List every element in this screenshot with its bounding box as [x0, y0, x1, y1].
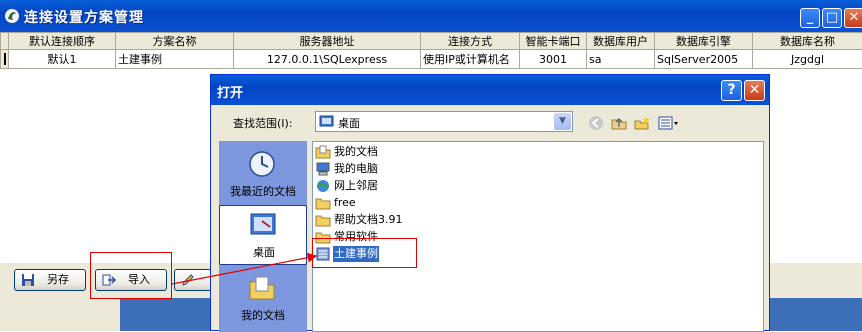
pencil-icon [181, 273, 195, 287]
table-cell[interactable]: 127.0.0.1\SQLexpress [234, 50, 421, 69]
file-name: 帮助文档3.91 [333, 212, 404, 228]
open-file-dialog: 打开 ? ✕ 查找范围(I): 桌面 ▼ 我最近的文档 桌面 [210, 74, 770, 331]
table-cell[interactable]: 默认1 [9, 50, 116, 69]
file-name: 我的文档 [333, 144, 379, 160]
column-header[interactable]: 服务器地址 [234, 33, 421, 50]
computer-icon [315, 162, 331, 176]
folder-icon [315, 196, 331, 210]
table-cell[interactable]: 使用IP或计算机名 [421, 50, 520, 69]
close-button[interactable]: ✕ [844, 8, 862, 28]
save-as-label: 另存 [47, 270, 69, 290]
file-highlight-box [312, 238, 417, 268]
up-folder-icon[interactable] [610, 114, 628, 132]
minimize-button[interactable]: _ [800, 8, 820, 28]
import-highlight-box [90, 252, 172, 299]
new-folder-icon[interactable] [633, 114, 651, 132]
dialog-title: 打开 [217, 82, 243, 101]
column-header[interactable]: 数据库引擎 [655, 33, 753, 50]
place-desktop[interactable]: 桌面 [219, 205, 307, 265]
row-indicator[interactable] [1, 50, 9, 69]
place-recent-documents[interactable]: 我最近的文档 [219, 145, 307, 205]
places-bar: 我最近的文档 桌面 我的文档 [219, 141, 307, 332]
file-list: 我的文档 我的电脑 网上邻居 free 帮助文档3.91 常用软件 土建事例 [312, 141, 764, 332]
my-documents-icon [315, 145, 331, 159]
back-arrow-icon[interactable] [587, 114, 605, 132]
window-title: 连接设置方案管理 [24, 7, 144, 27]
column-header[interactable]: 默认连接顺序 [9, 33, 116, 50]
dialog-titlebar[interactable]: 打开 ? ✕ [211, 75, 769, 105]
table-cell[interactable]: SqlServer2005 [655, 50, 753, 69]
recent-documents-icon [247, 149, 277, 179]
place-my-documents[interactable]: 我的文档 [219, 269, 307, 329]
desktop-icon [248, 210, 278, 240]
table-cell[interactable]: sa [587, 50, 655, 69]
look-in-label: 查找范围(I): [233, 115, 293, 131]
table-cell[interactable]: 3001 [520, 50, 587, 69]
column-header[interactable]: 连接方式 [421, 33, 520, 50]
table-cell[interactable]: 土建事例 [116, 50, 234, 69]
help-button[interactable]: ? [721, 80, 742, 101]
file-name: 网上邻居 [333, 178, 379, 194]
column-header[interactable]: 智能卡端口 [520, 33, 587, 50]
maximize-button[interactable]: □ [822, 8, 842, 28]
dialog-close-button[interactable]: ✕ [744, 80, 765, 101]
my-documents-icon [247, 273, 277, 303]
scheme-table: 默认连接顺序 方案名称 服务器地址 连接方式 智能卡端口 数据库用户 数据库引擎… [0, 32, 862, 69]
views-menu-icon[interactable] [657, 114, 681, 132]
edit-button[interactable] [174, 269, 212, 291]
place-label: 桌面 [220, 244, 308, 260]
place-label: 我的文档 [219, 307, 307, 323]
look-in-dropdown[interactable]: 桌面 ▼ [315, 111, 573, 132]
app-logo-icon [4, 8, 20, 24]
folder-icon [315, 213, 331, 227]
save-as-button[interactable]: 另存 [14, 269, 86, 291]
network-places-icon [315, 179, 331, 193]
column-header[interactable]: 数据库用户 [587, 33, 655, 50]
look-in-value: 桌面 [338, 115, 360, 131]
chevron-down-icon[interactable]: ▼ [554, 113, 571, 130]
row-indicator-header [1, 33, 9, 50]
table-row[interactable]: 默认1 土建事例 127.0.0.1\SQLexpress 使用IP或计算机名 … [1, 50, 862, 69]
place-label: 我最近的文档 [219, 183, 307, 199]
table-cell[interactable]: Jzgdgl [753, 50, 862, 69]
file-name: 我的电脑 [333, 161, 379, 177]
file-name: free [333, 195, 357, 211]
column-header[interactable]: 数据库名称 [753, 33, 862, 50]
column-header[interactable]: 方案名称 [116, 33, 234, 50]
desktop-icon [319, 114, 334, 129]
main-titlebar[interactable]: 连接设置方案管理 _ □ ✕ [0, 0, 862, 32]
table-header-row: 默认连接顺序 方案名称 服务器地址 连接方式 智能卡端口 数据库用户 数据库引擎… [1, 33, 862, 50]
floppy-disk-icon [21, 273, 35, 287]
